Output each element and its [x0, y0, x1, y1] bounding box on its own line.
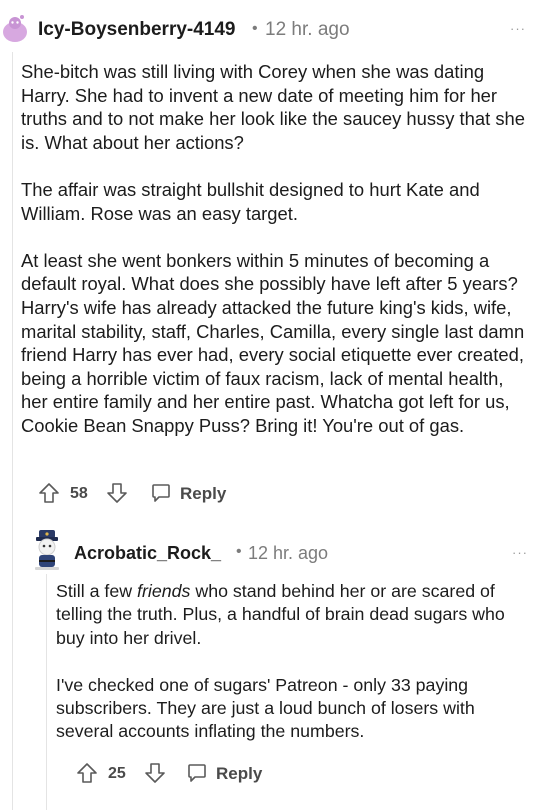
- username[interactable]: Acrobatic_Rock_: [74, 543, 221, 564]
- reply-header: Acrobatic_Rock_ • 12 hr. ago ···: [30, 530, 538, 574]
- reply-paragraph: I've checked one of sugars' Patreon - on…: [56, 674, 475, 742]
- downvote-arrow-icon[interactable]: [144, 762, 166, 784]
- comment-paragraph: The affair was straight bullshit designe…: [21, 178, 480, 224]
- separator-dot: •: [236, 543, 242, 560]
- timestamp: 12 hr. ago: [265, 19, 350, 40]
- police-snoo-avatar-icon[interactable]: [30, 530, 64, 570]
- thread-line[interactable]: [46, 574, 47, 810]
- vote-count: 25: [108, 765, 126, 782]
- reply-actions: 25 Reply: [76, 760, 376, 790]
- separator-dot: •: [252, 20, 258, 37]
- reply-body: Still a few friends who stand behind her…: [56, 580, 531, 767]
- reply-button[interactable]: Reply: [216, 764, 262, 784]
- timestamp: 12 hr. ago: [248, 543, 329, 563]
- reply-button[interactable]: Reply: [180, 484, 226, 504]
- username[interactable]: Icy-Boysenberry-4149: [38, 19, 236, 41]
- snoo-avatar-icon[interactable]: [2, 14, 28, 44]
- emphasis-text: friends: [137, 581, 191, 601]
- more-options-icon[interactable]: ···: [510, 21, 526, 36]
- comment-header: Icy-Boysenberry-4149 • 12 hr. ago ···: [0, 12, 538, 48]
- speech-bubble-icon[interactable]: [186, 762, 208, 784]
- vote-count: 58: [70, 485, 88, 502]
- upvote-arrow-icon[interactable]: [38, 482, 60, 504]
- comment-body: She-bitch was still living with Corey wh…: [21, 60, 531, 461]
- comment-actions: 58 Reply: [38, 480, 338, 510]
- comment-paragraph: At least she went bonkers within 5 minut…: [21, 249, 525, 436]
- comment-paragraph: She-bitch was still living with Corey wh…: [21, 61, 525, 153]
- speech-bubble-icon[interactable]: [150, 482, 172, 504]
- downvote-arrow-icon[interactable]: [106, 482, 128, 504]
- upvote-arrow-icon[interactable]: [76, 762, 98, 784]
- comment-thread: Icy-Boysenberry-4149 • 12 hr. ago ··· Sh…: [0, 0, 538, 810]
- more-options-icon[interactable]: ···: [512, 545, 528, 560]
- thread-line[interactable]: [12, 52, 13, 810]
- reply-paragraph: Still a few friends who stand behind her…: [56, 581, 505, 648]
